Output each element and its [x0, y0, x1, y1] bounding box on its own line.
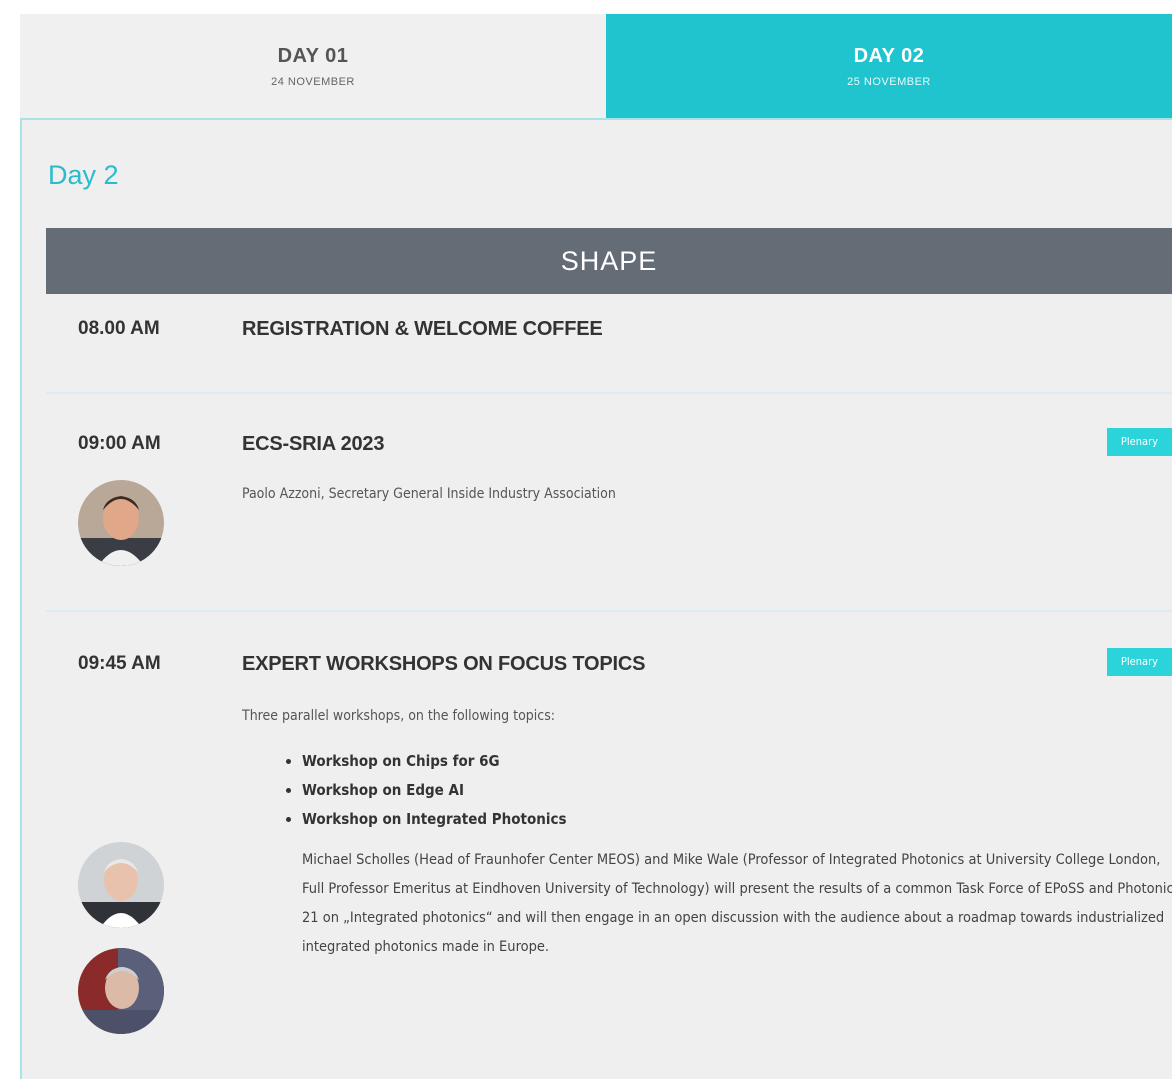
- day-tabs: DAY 01 24 NOVEMBER DAY 02 25 NOVEMBER: [20, 14, 1172, 118]
- session-title: ECS-SRIA 2023: [242, 433, 385, 455]
- tab-day-02[interactable]: DAY 02 25 NOVEMBER: [606, 14, 1172, 118]
- session-title: EXPERT WORKSHOPS ON FOCUS TOPICS: [242, 653, 646, 675]
- topic-description: Michael Scholles (Head of Fraunhofer Cen…: [302, 852, 1172, 955]
- speaker-avatar: [78, 948, 164, 1034]
- session-type-badge[interactable]: Plenary: [1106, 428, 1172, 456]
- topic-item: Workshop on Edge AI: [302, 781, 567, 799]
- tab-title: DAY 01: [277, 44, 349, 67]
- agenda-page: DAY 01 24 NOVEMBER DAY 02 25 NOVEMBER Da…: [0, 0, 1172, 1079]
- session-divider: [46, 610, 1172, 612]
- tab-day-01[interactable]: DAY 01 24 NOVEMBER: [20, 14, 606, 118]
- session-type-badge[interactable]: Plenary: [1106, 648, 1172, 676]
- session-intro: Three parallel workshops, on the followi…: [242, 708, 556, 724]
- session-time: 08.00 AM: [78, 318, 160, 339]
- workshop-topics: Workshop on Chips for 6G Workshop on Edg…: [242, 752, 567, 839]
- day-heading: Day 2: [48, 160, 119, 190]
- session-speaker: Paolo Azzoni, Secretary General Inside I…: [242, 486, 616, 502]
- topic-item: Workshop on Integrated Photonics: [302, 810, 567, 828]
- session-title: REGISTRATION & WELCOME COFFEE: [242, 318, 603, 340]
- day-panel: Day 2 SHAPE 08.00 AM REGISTRATION & WELC…: [20, 118, 1172, 1079]
- tab-date: 24 NOVEMBER: [271, 75, 355, 88]
- speaker-avatar: [78, 842, 164, 928]
- tab-date: 25 NOVEMBER: [847, 75, 931, 88]
- section-title-bar: SHAPE: [46, 228, 1172, 294]
- topic-item: Workshop on Chips for 6G: [302, 752, 567, 770]
- session-time: 09:00 AM: [78, 433, 161, 454]
- tab-title: DAY 02: [853, 44, 925, 67]
- speaker-avatar: [78, 480, 164, 566]
- session-time: 09:45 AM: [78, 653, 161, 674]
- session-divider: [46, 392, 1172, 394]
